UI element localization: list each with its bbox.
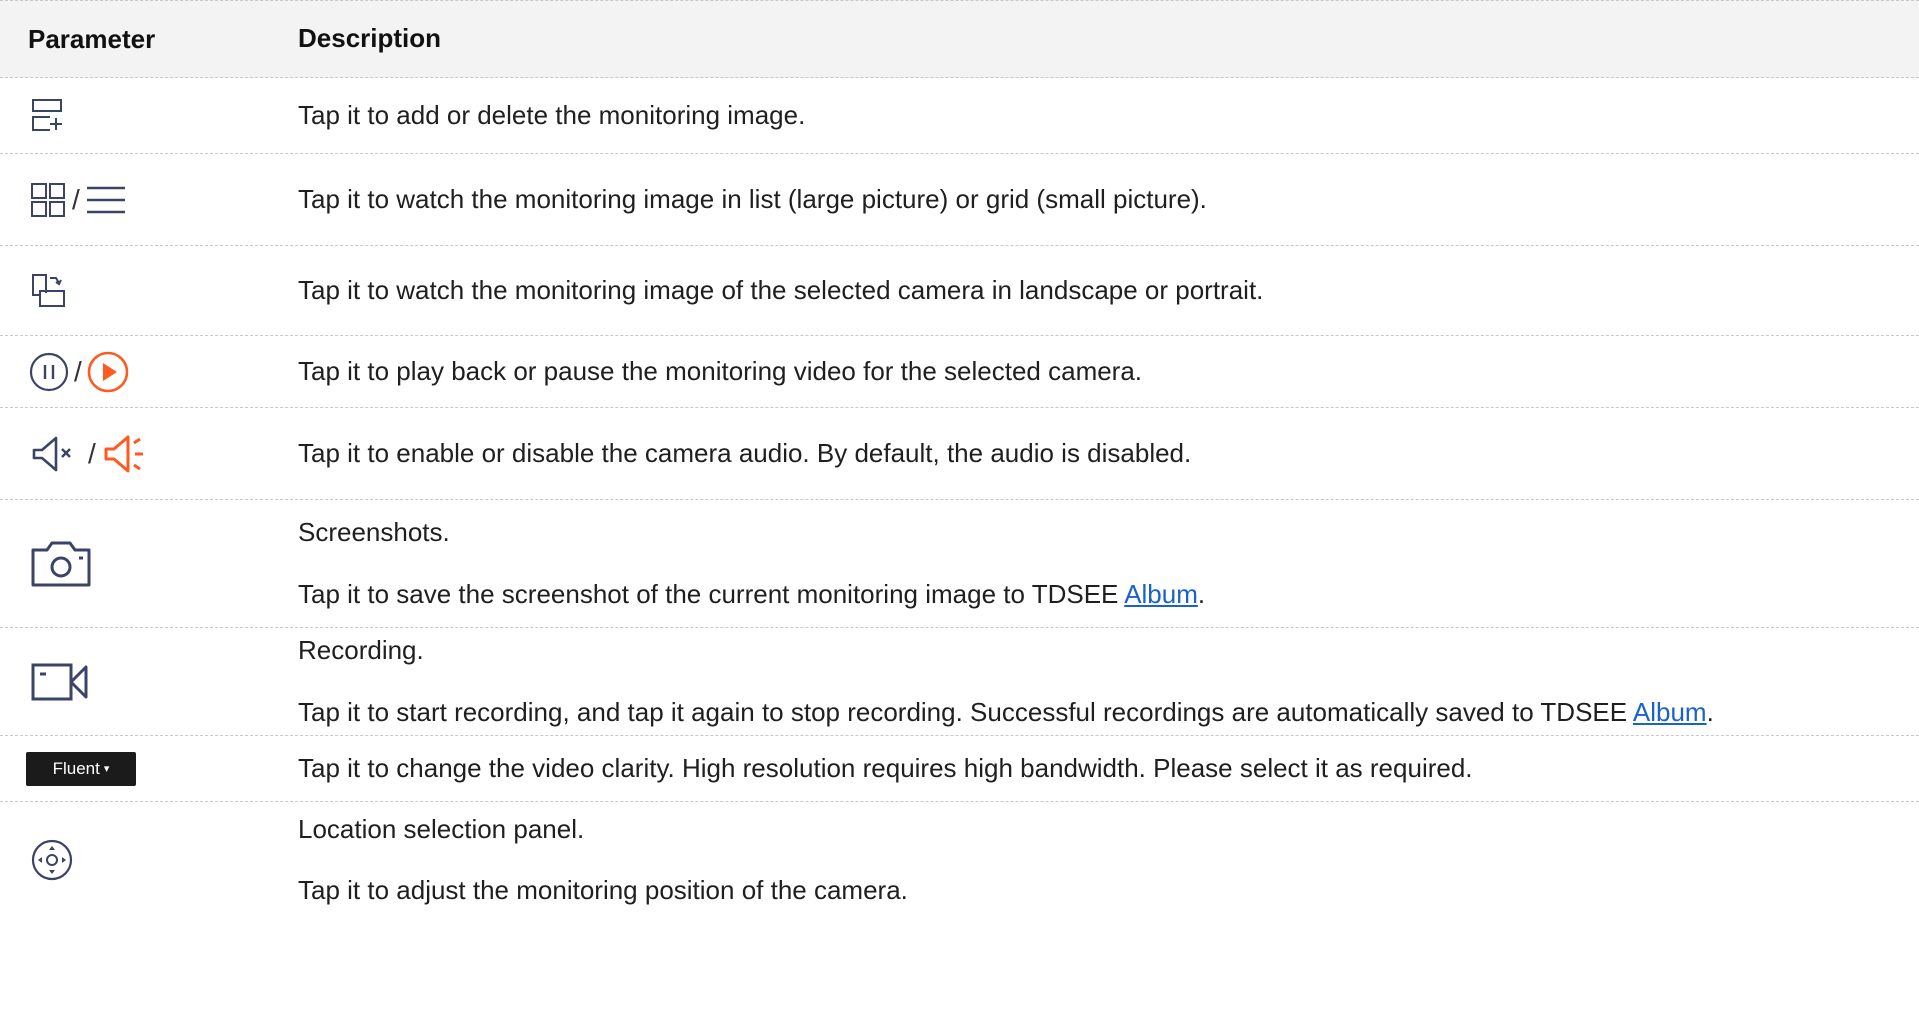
album-link[interactable]: Album bbox=[1124, 579, 1198, 609]
row-title: Recording. bbox=[298, 635, 424, 666]
grid-view-icon[interactable] bbox=[28, 180, 68, 220]
ptz-control-icon[interactable] bbox=[28, 836, 76, 884]
row-description: Tap it to adjust the monitoring position… bbox=[298, 875, 908, 905]
row-description: Tap it to watch the monitoring image of … bbox=[298, 274, 1264, 305]
play-icon[interactable] bbox=[86, 350, 130, 394]
parameter-table: Parameter Description Tap it to add or d… bbox=[0, 0, 1919, 918]
row-description: Tap it to enable or disable the camera a… bbox=[298, 437, 1192, 468]
list-view-icon[interactable] bbox=[84, 180, 128, 220]
table-header: Parameter Description bbox=[0, 0, 1919, 78]
clarity-dropdown-label: Fluent bbox=[52, 758, 100, 778]
pause-icon[interactable] bbox=[28, 351, 70, 393]
row-description: Tap it to change the video clarity. High… bbox=[298, 752, 1473, 783]
table-row: Tap it to add or delete the monitoring i… bbox=[0, 78, 1919, 154]
header-parameter-cell: Parameter bbox=[0, 24, 298, 55]
table-row: Recording. Tap it to start recording, an… bbox=[0, 628, 1919, 736]
chevron-down-icon: ▾ bbox=[103, 763, 110, 775]
row-description: Tap it to start recording, and tap it ag… bbox=[298, 696, 1714, 727]
row-description: Tap it to add or delete the monitoring i… bbox=[298, 99, 806, 130]
table-row: / Tap it to watch the monitoring image i… bbox=[0, 154, 1919, 246]
row-title: Location selection panel. bbox=[298, 813, 585, 844]
icon-separator: / bbox=[88, 437, 96, 469]
camera-icon[interactable] bbox=[28, 538, 94, 590]
row-description: Tap it to save the screenshot of the cur… bbox=[298, 578, 1206, 609]
header-description-cell: Description bbox=[298, 23, 1919, 54]
table-row: Fluent ▾ Tap it to change the video clar… bbox=[0, 736, 1919, 802]
header-description: Description bbox=[298, 23, 442, 54]
album-link[interactable]: Album bbox=[1633, 697, 1707, 727]
clarity-dropdown[interactable]: Fluent ▾ bbox=[26, 751, 136, 786]
table-row: Location selection panel. Tap it to adju… bbox=[0, 802, 1919, 918]
header-parameter: Parameter bbox=[28, 23, 156, 54]
row-title: Screenshots. bbox=[298, 517, 450, 548]
icon-separator: / bbox=[74, 355, 82, 387]
speaker-on-icon[interactable] bbox=[100, 429, 156, 479]
row-description: Tap it to watch the monitoring image in … bbox=[298, 183, 1207, 214]
mute-icon[interactable] bbox=[28, 432, 84, 476]
table-row: Tap it to watch the monitoring image of … bbox=[0, 246, 1919, 336]
row-description: Tap it to play back or pause the monitor… bbox=[298, 355, 1143, 386]
video-record-icon[interactable] bbox=[28, 658, 94, 706]
rotate-screen-icon[interactable] bbox=[28, 271, 68, 311]
icon-separator: / bbox=[72, 183, 80, 215]
add-delete-image-icon[interactable] bbox=[28, 96, 68, 136]
table-row: / Tap it to play back or pause the monit… bbox=[0, 336, 1919, 408]
table-row: / Tap it to enable or disable the camera… bbox=[0, 408, 1919, 500]
table-row: Screenshots. Tap it to save the screensh… bbox=[0, 500, 1919, 628]
